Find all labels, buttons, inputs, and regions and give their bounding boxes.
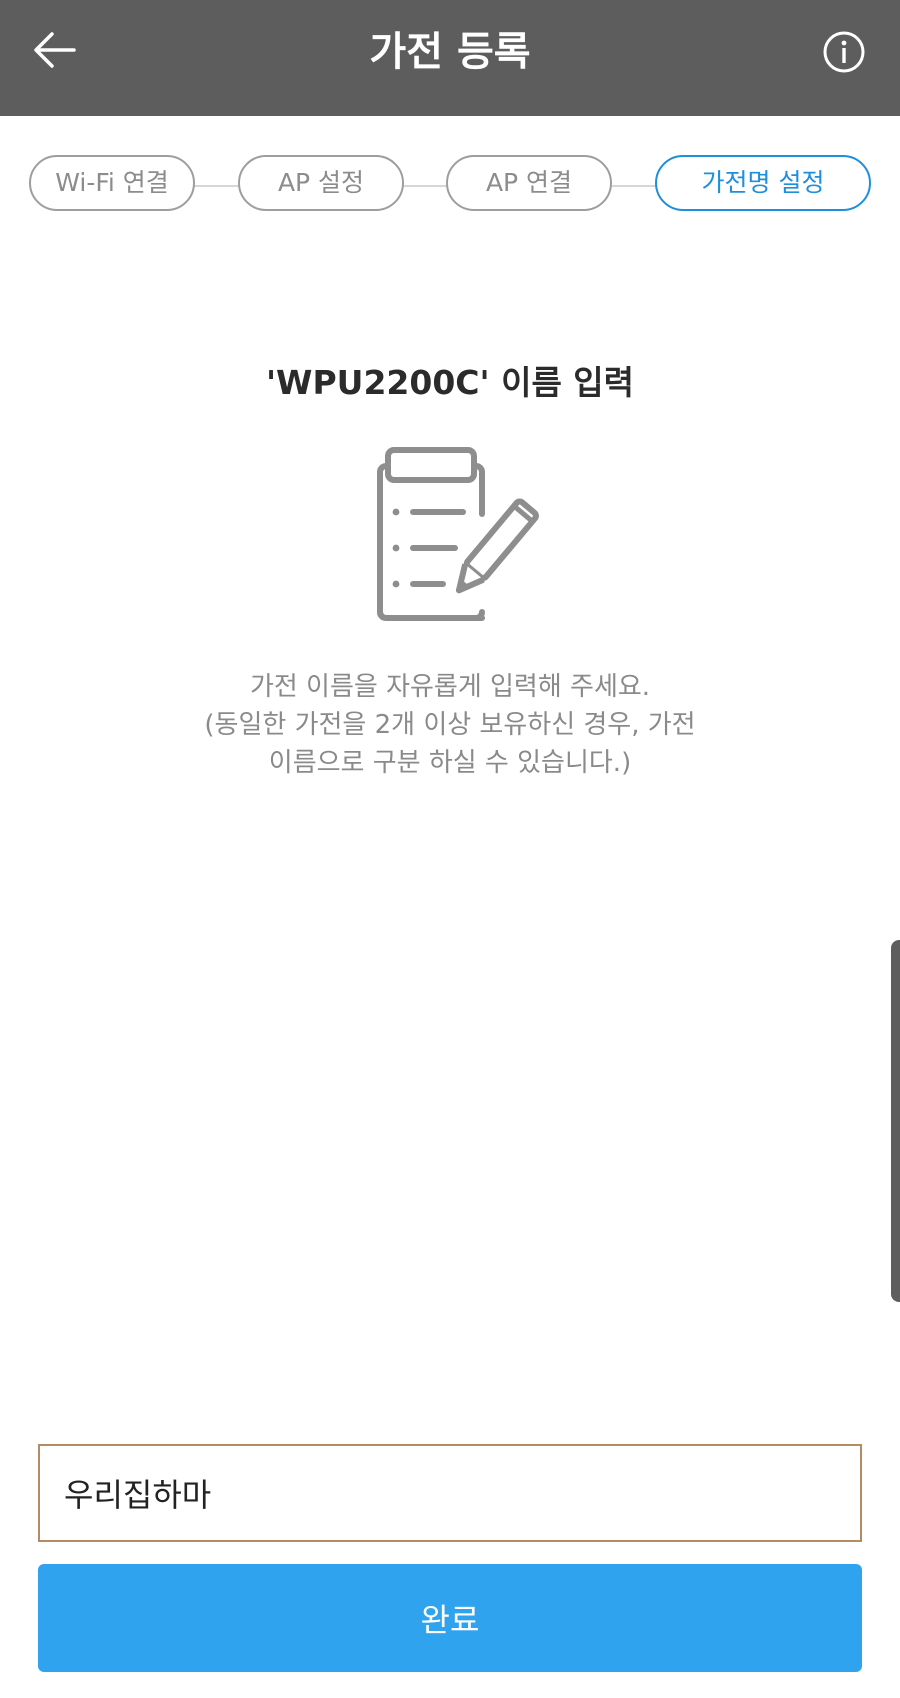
step-appliance-name[interactable]: 가전명 설정 <box>655 155 871 211</box>
step-connector <box>612 185 656 187</box>
step-connector <box>193 185 239 187</box>
step-wifi-connect[interactable]: Wi-Fi 연결 <box>29 155 195 211</box>
step-ap-setup[interactable]: AP 설정 <box>238 155 404 211</box>
step-connector <box>403 185 447 187</box>
registration-steps: Wi-Fi 연결 AP 설정 AP 연결 가전명 설정 <box>0 155 900 217</box>
done-button[interactable]: 완료 <box>38 1564 862 1672</box>
arrow-left-icon <box>34 32 76 68</box>
description-line: 이름으로 구분 하실 수 있습니다.) <box>268 748 632 778</box>
appliance-name-input[interactable] <box>38 1444 862 1542</box>
name-input-heading: 'WPU2200C' 이름 입력 <box>265 363 635 402</box>
page-title: 가전 등록 <box>369 29 531 75</box>
edge-panel-handle[interactable] <box>891 940 900 1302</box>
clipboard-pencil-icon <box>358 440 544 626</box>
back-button[interactable] <box>30 28 86 84</box>
description-line: 가전 이름을 자유롭게 입력해 주세요. <box>249 672 651 702</box>
step-ap-connect[interactable]: AP 연결 <box>446 155 612 211</box>
description-text: 가전 이름을 자유롭게 입력해 주세요. (동일한 가전을 2개 이상 보유하신… <box>0 668 900 782</box>
info-circle-icon <box>823 31 865 73</box>
info-button[interactable] <box>822 30 866 74</box>
app-header: 가전 등록 <box>0 0 900 116</box>
description-line: (동일한 가전을 2개 이상 보유하신 경우, 가전 <box>204 710 696 740</box>
